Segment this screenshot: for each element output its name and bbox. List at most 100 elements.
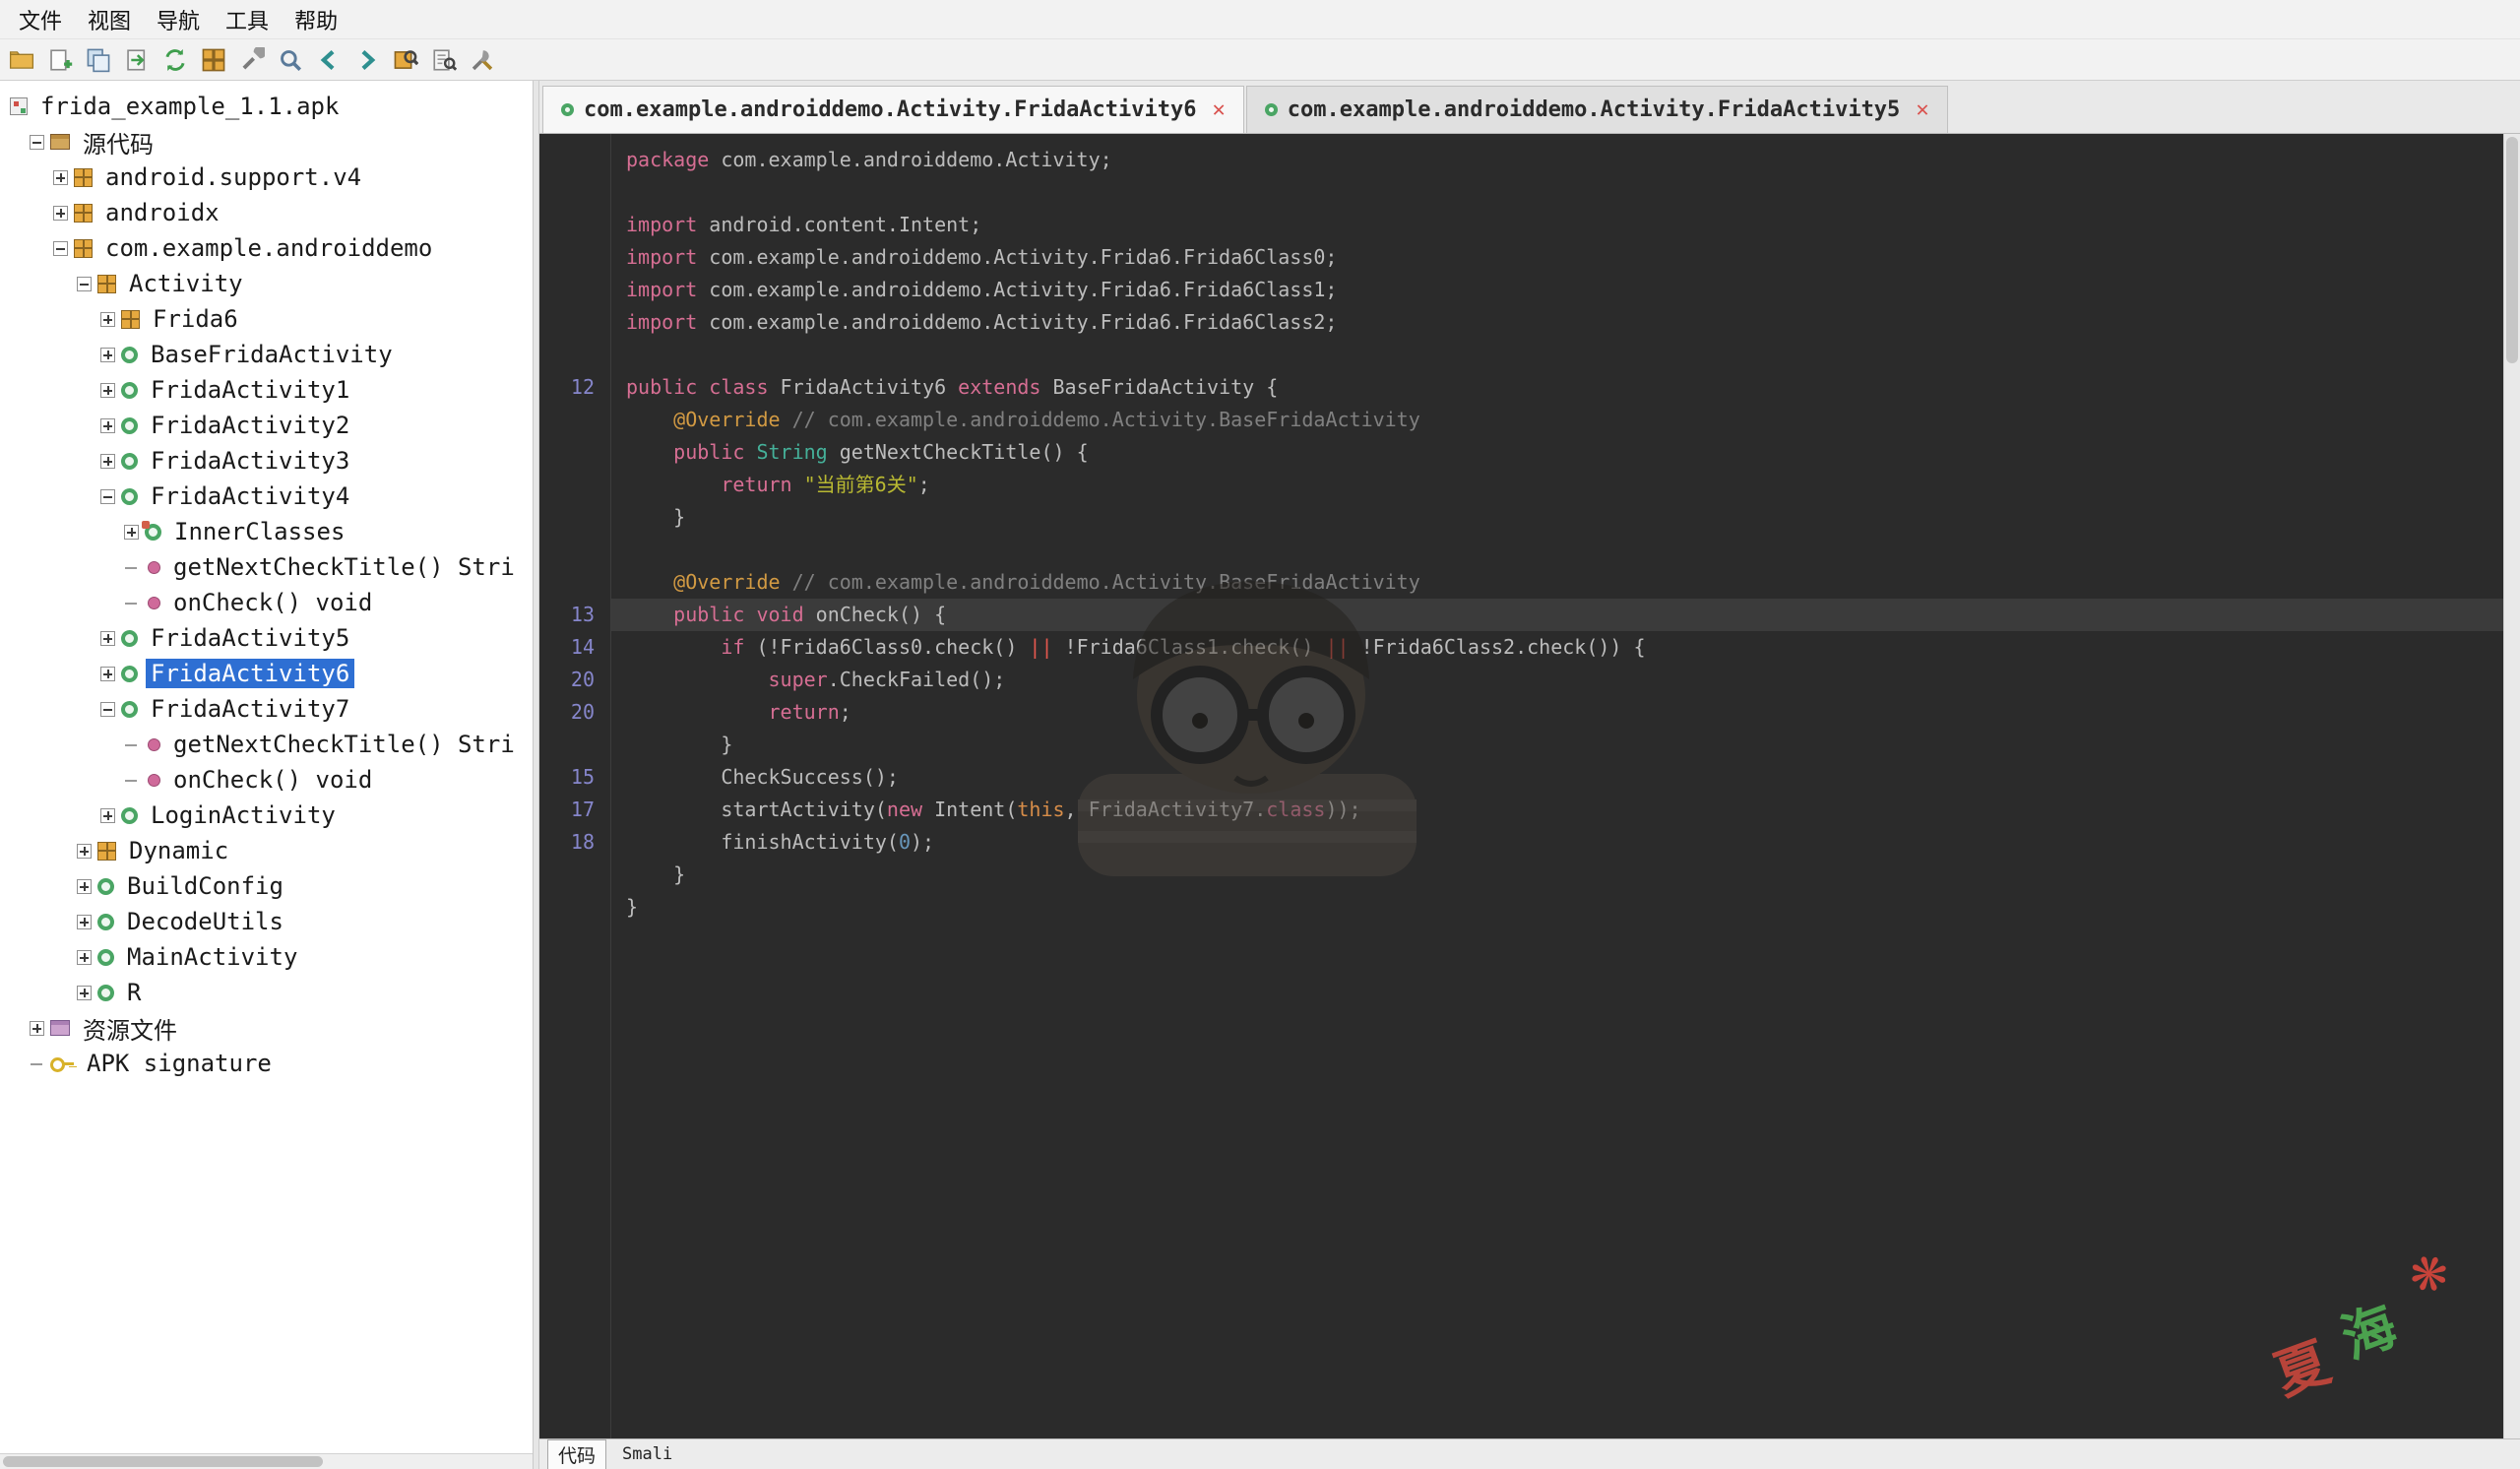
save-all-button[interactable] [83,44,114,76]
code-line[interactable]: import com.example.androiddemo.Activity.… [539,241,2503,274]
expand-toggle-icon[interactable] [100,311,115,327]
tree-item[interactable]: R [0,975,533,1010]
editor-tab[interactable]: com.example.androiddemo.Activity.FridaAc… [542,86,1244,133]
tree-item[interactable]: Dynamic [0,833,533,868]
expand-toggle-icon[interactable] [100,417,115,433]
tree-item[interactable]: BuildConfig [0,868,533,904]
tree-item[interactable]: FridaActivity4 [0,479,533,514]
tree-item[interactable]: Frida6 [0,301,533,337]
tree-item[interactable]: FridaActivity3 [0,443,533,479]
code-line[interactable]: } [539,859,2503,891]
tree-item[interactable]: LoginActivity [0,798,533,833]
text-search-button[interactable] [428,44,460,76]
code-line[interactable]: 20 super.CheckFailed(); [539,664,2503,696]
tree-item[interactable]: MainActivity [0,939,533,975]
forward-button[interactable] [351,44,383,76]
tree-item[interactable]: 资源文件 [0,1010,533,1046]
search-button[interactable] [275,44,306,76]
expand-toggle-icon[interactable] [100,666,115,681]
code-line[interactable]: } [539,501,2503,534]
export-button[interactable] [121,44,153,76]
close-icon[interactable] [1916,97,1928,122]
tree-item[interactable]: onCheck() void [0,762,533,798]
preferences-button[interactable] [467,44,498,76]
expand-toggle-icon[interactable] [77,914,92,929]
tree-item[interactable]: FridaActivity1 [0,372,533,408]
editor-vertical-scrollbar[interactable] [2503,134,2520,1438]
menu-item[interactable]: 视图 [75,0,144,39]
code-line[interactable]: 17 startActivity(new Intent(this, FridaA… [539,794,2503,826]
tree-item[interactable]: 源代码 [0,124,533,160]
collapse-toggle-icon[interactable] [53,240,68,256]
menu-item[interactable]: 文件 [6,0,75,39]
tree-item[interactable]: FridaActivity7 [0,691,533,727]
expand-toggle-icon[interactable] [100,453,115,469]
code-line[interactable] [539,176,2503,209]
code-line[interactable]: 18 finishActivity(0); [539,826,2503,859]
bottom-tab[interactable]: 代码 [547,1438,607,1469]
expand-toggle-icon[interactable] [124,524,139,540]
collapse-toggle-icon[interactable] [100,488,115,504]
code-line[interactable]: } [539,891,2503,924]
code-line[interactable] [539,339,2503,371]
tree-item[interactable]: getNextCheckTitle() Stri [0,549,533,585]
code-area[interactable]: package com.example.androiddemo.Activity… [539,134,2503,1438]
code-line[interactable]: 15 CheckSuccess(); [539,761,2503,794]
tree-item[interactable]: com.example.androiddemo [0,230,533,266]
code-line[interactable] [539,534,2503,566]
expand-toggle-icon[interactable] [100,347,115,362]
tree-item[interactable]: FridaActivity6 [0,656,533,691]
expand-toggle-icon[interactable] [100,382,115,398]
expand-toggle-icon[interactable] [77,878,92,894]
collapse-toggle-icon[interactable] [77,276,92,291]
sync-button[interactable] [159,44,191,76]
scrollbar-thumb[interactable] [2506,137,2518,363]
expand-toggle-icon[interactable] [100,630,115,646]
back-button[interactable] [313,44,345,76]
expand-toggle-icon[interactable] [53,205,68,221]
expand-toggle-icon[interactable] [77,949,92,965]
code-line[interactable]: package com.example.androiddemo.Activity… [539,144,2503,176]
code-line[interactable]: @Override // com.example.androiddemo.Act… [539,404,2503,436]
bottom-tab[interactable]: Smali [612,1443,682,1465]
collapse-toggle-icon[interactable] [100,701,115,717]
tree-item[interactable]: DecodeUtils [0,904,533,939]
open-file-button[interactable] [6,44,37,76]
flat-packages-button[interactable] [198,44,229,76]
code-line[interactable]: return "当前第6关"; [539,469,2503,501]
expand-toggle-icon[interactable] [100,807,115,823]
code-line[interactable]: 12 public class FridaActivity6 extends Ba… [539,371,2503,404]
code-line[interactable]: import android.content.Intent; [539,209,2503,241]
code-line[interactable]: import com.example.androiddemo.Activity.… [539,306,2503,339]
code-line[interactable]: } [539,729,2503,761]
code-line[interactable]: 20 return; [539,696,2503,729]
tree-item[interactable]: android.support.v4 [0,160,533,195]
editor-tab[interactable]: com.example.androiddemo.Activity.FridaAc… [1245,86,1948,133]
expand-toggle-icon[interactable] [30,1020,44,1036]
code-line[interactable]: 13 public void onCheck() { [539,599,2503,631]
tree-item[interactable]: androidx [0,195,533,230]
tree-item[interactable]: FridaActivity2 [0,408,533,443]
add-files-button[interactable] [44,44,76,76]
deobfuscation-button[interactable] [236,44,268,76]
tree-item[interactable]: Activity [0,266,533,301]
code-line[interactable]: 14 if (!Frida6Class0.check() || !Frida6C… [539,631,2503,664]
scrollbar-thumb[interactable] [3,1456,323,1467]
menu-item[interactable]: 工具 [213,0,282,39]
expand-toggle-icon[interactable] [77,985,92,1000]
tree-item[interactable]: BaseFridaActivity [0,337,533,372]
code-line[interactable]: import com.example.androiddemo.Activity.… [539,274,2503,306]
expand-toggle-icon[interactable] [77,843,92,859]
expand-toggle-icon[interactable] [53,169,68,185]
class-search-button[interactable] [390,44,421,76]
code-line[interactable]: public String getNextCheckTitle() { [539,436,2503,469]
menu-item[interactable]: 导航 [144,0,213,39]
tree-item[interactable]: frida_example_1.1.apk [0,89,533,124]
tree-item[interactable]: getNextCheckTitle() Stri [0,727,533,762]
tree-item[interactable]: onCheck() void [0,585,533,620]
collapse-toggle-icon[interactable] [30,134,44,150]
code-line[interactable]: @Override // com.example.androiddemo.Act… [539,566,2503,599]
tree-horizontal-scrollbar[interactable] [0,1453,533,1469]
menu-item[interactable]: 帮助 [282,0,350,39]
tree-item[interactable]: APK signature [0,1046,533,1081]
